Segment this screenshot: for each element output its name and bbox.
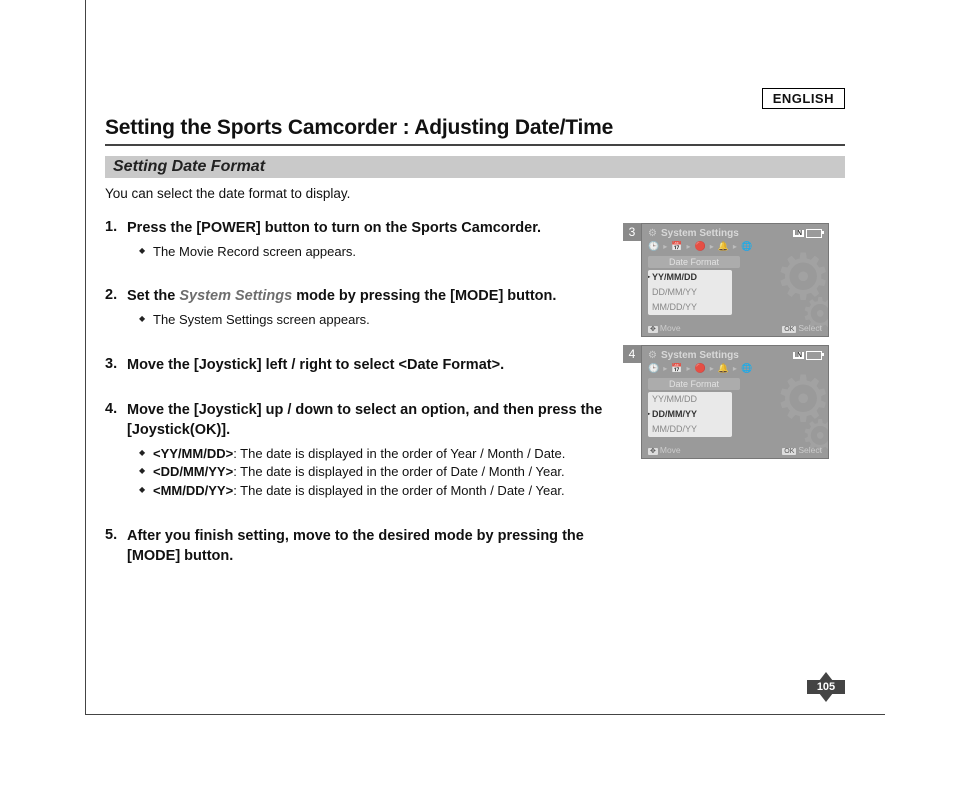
page-crop-left [85,0,86,715]
triangle-down-icon [819,693,833,702]
battery-icon [806,229,822,238]
hint-select: OKSelect [782,323,822,333]
figure-3: 3 ⚙⚙ ⚙ System Settings IN 🕒▸ 📅▸ [641,223,845,337]
hint-move: ✥Move [648,323,681,333]
option-row: MM/DD/YY [648,422,732,437]
option-row: MM/DD/YY [648,300,732,315]
gear-icon: ⚙ [648,228,657,239]
tab-record-icon: 🔴 [694,241,705,252]
option-desc: : The date is displayed in the order of … [233,483,564,498]
tab-lang-icon: 🌐 [741,363,752,374]
menu-label: Date Format [648,378,740,390]
page-title: Setting the Sports Camcorder : Adjusting… [105,116,845,146]
subsection-title: Setting Date Format [105,156,845,178]
option-label: <DD/MM/YY> [153,464,233,479]
menu-label: Date Format [648,256,740,268]
step-heading: Move the [Joystick] up / down to select … [127,401,623,440]
option-row-selected: DD/MM/YY [648,407,732,422]
step-sub-bullet: The System Settings screen appears. [139,311,623,330]
gear-icon: ⚙ [648,350,657,361]
figure-number-badge: 3 [623,223,641,241]
tab-date-icon: 📅 [671,363,682,374]
memory-in-badge: IN [793,230,804,237]
tab-clock-icon: 🕒 [648,241,659,252]
step-2: Set the System Settings mode by pressing… [105,287,623,329]
figure-number-badge: 4 [623,345,641,363]
hint-move: ✥Move [648,445,681,455]
step-sub-option: <YY/MM/DD>: The date is displayed in the… [139,445,623,464]
figures-column: 3 ⚙⚙ ⚙ System Settings IN 🕒▸ 📅▸ [641,223,845,592]
tab-clock-icon: 🕒 [648,363,659,374]
option-label: <YY/MM/DD> [153,446,233,461]
step-sub-option: <MM/DD/YY>: The date is displayed in the… [139,482,623,501]
battery-icon [806,351,822,360]
step-heading: After you finish setting, move to the de… [127,527,623,566]
step-1: Press the [POWER] button to turn on the … [105,219,623,261]
option-label: <MM/DD/YY> [153,483,233,498]
option-list: YY/MM/DD DD/MM/YY MM/DD/YY [648,270,732,315]
screen-title: System Settings [661,350,739,361]
page-crop-bottom [85,714,885,715]
option-row: DD/MM/YY [648,285,732,300]
screen-title: System Settings [661,228,739,239]
step-italic-term: System Settings [179,288,292,304]
option-desc: : The date is displayed in the order of … [233,464,564,479]
page-number: 105 [807,680,845,694]
option-row-selected: YY/MM/DD [648,270,732,285]
step-text: Set the [127,288,179,304]
joystick-icon: ✥ [648,448,658,455]
tab-lang-icon: 🌐 [741,241,752,252]
tab-beep-icon: 🔔 [718,363,729,374]
tab-beep-icon: 🔔 [718,241,729,252]
gear-watermark-icon: ⚙⚙ [775,252,829,332]
camcorder-screen: ⚙⚙ ⚙ System Settings IN 🕒▸ 📅▸ 🔴▸ 🔔▸ [641,345,829,459]
step-sub-bullet: The Movie Record screen appears. [139,243,623,262]
option-list: YY/MM/DD DD/MM/YY MM/DD/YY [648,392,732,437]
option-desc: : The date is displayed in the order of … [233,446,565,461]
figure-4: 4 ⚙⚙ ⚙ System Settings IN 🕒▸ 📅▸ [641,345,845,459]
tab-record-icon: 🔴 [694,363,705,374]
gear-watermark-icon: ⚙⚙ [775,374,829,454]
intro-text: You can select the date format to displa… [105,186,845,201]
steps-column: Press the [POWER] button to turn on the … [105,219,623,592]
joystick-icon: ✥ [648,326,658,333]
page-content: ENGLISH Setting the Sports Camcorder : A… [105,88,845,592]
step-heading: Press the [POWER] button to turn on the … [127,219,623,239]
ok-key-icon: OK [782,448,796,455]
step-4: Move the [Joystick] up / down to select … [105,401,623,501]
step-3: Move the [Joystick] left / right to sele… [105,356,623,376]
memory-in-badge: IN [793,352,804,359]
ok-key-icon: OK [782,326,796,333]
page-number-ornament: 105 [807,672,845,696]
step-text: mode by pressing the [MODE] button. [292,288,556,304]
step-sub-option: <DD/MM/YY>: The date is displayed in the… [139,463,623,482]
step-5: After you finish setting, move to the de… [105,527,623,566]
language-badge: ENGLISH [762,88,845,109]
tab-date-icon: 📅 [671,241,682,252]
hint-select: OKSelect [782,445,822,455]
option-row: YY/MM/DD [648,392,732,407]
step-heading: Set the System Settings mode by pressing… [127,287,623,307]
step-heading: Move the [Joystick] left / right to sele… [127,356,623,376]
camcorder-screen: ⚙⚙ ⚙ System Settings IN 🕒▸ 📅▸ 🔴▸ 🔔▸ [641,223,829,337]
